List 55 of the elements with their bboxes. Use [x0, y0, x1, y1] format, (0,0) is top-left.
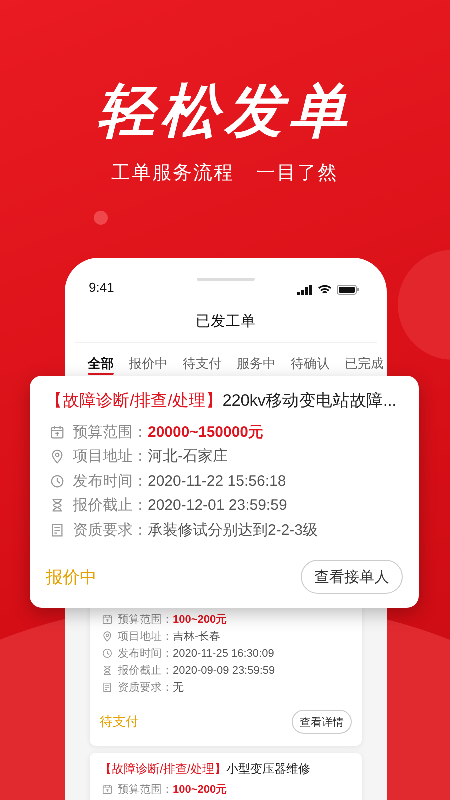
view-details-button[interactable]: 查看详情	[292, 710, 352, 734]
battery-icon	[337, 285, 359, 295]
field-label: 预算范围：	[73, 422, 148, 442]
tagline: 一目了然	[256, 162, 338, 186]
field-label: 项目地址：	[118, 630, 173, 644]
field-label: 资质要求：	[118, 681, 173, 695]
field-value: 100~200元	[173, 783, 228, 797]
field-value: 承装修试分别达到2-2-3级	[148, 520, 318, 540]
order-title: 【故障诊断/排查/处理】小型变压器维修	[100, 761, 312, 778]
field-value: 吉林-长春	[173, 630, 221, 644]
clock-icon	[102, 648, 113, 659]
calendar-icon	[102, 784, 113, 795]
field-value: 无	[173, 681, 184, 695]
calendar-icon	[102, 614, 113, 625]
field-value: 2020-11-22 15:56:18	[148, 472, 286, 490]
wifi-icon	[318, 285, 332, 295]
location-pin-icon	[50, 449, 65, 464]
clock-icon	[50, 474, 65, 489]
field-label: 预算范围：	[118, 783, 173, 797]
decor-circle	[94, 211, 108, 225]
signal-icon	[297, 285, 313, 295]
hourglass-icon	[102, 665, 113, 676]
home-indicator	[197, 278, 255, 281]
field-label: 报价截止：	[118, 664, 173, 678]
field-value: 2020-09-09 23:59:59	[173, 664, 276, 676]
filter-tab[interactable]: 服务中	[237, 353, 276, 375]
headline: 轻松发单	[96, 80, 354, 144]
field-value: 河北-石家庄	[148, 447, 228, 466]
screen-title: 已发工单	[75, 300, 377, 343]
field-label: 项目地址：	[73, 447, 148, 466]
field-value: 2020-12-01 23:59:59	[148, 497, 288, 514]
field-label: 预算范围：	[118, 613, 173, 627]
filter-tab[interactable]: 待支付	[183, 353, 222, 375]
filter-tab[interactable]: 已完成	[345, 353, 384, 375]
field-label: 发布时间：	[73, 472, 148, 491]
status-time: 9:41	[89, 280, 114, 295]
order-status: 报价中	[46, 566, 97, 588]
tagline: 工单服务流程	[112, 162, 234, 186]
field-value: 20000~150000元	[148, 422, 264, 442]
filter-tab[interactable]: 报价中	[129, 353, 168, 375]
field-value: 100~200元	[173, 613, 228, 627]
location-pin-icon	[102, 631, 113, 642]
filter-tab[interactable]: 全部	[88, 353, 114, 375]
hourglass-icon	[50, 498, 65, 514]
order-status: 待支付	[100, 713, 139, 731]
filter-tab[interactable]: 待确认	[291, 353, 330, 375]
document-icon	[50, 522, 65, 538]
calendar-icon	[50, 424, 65, 440]
view-bidders-button[interactable]: 查看接单人	[301, 560, 403, 594]
document-icon	[102, 682, 113, 693]
field-label: 资质要求：	[73, 520, 148, 540]
field-label: 报价截止：	[73, 496, 148, 516]
field-label: 发布时间：	[118, 647, 173, 661]
order-title: 【故障诊断/排查/处理】220kv移动变电站故障...	[46, 391, 398, 412]
field-value: 2020-11-25 16:30:09	[173, 648, 274, 660]
